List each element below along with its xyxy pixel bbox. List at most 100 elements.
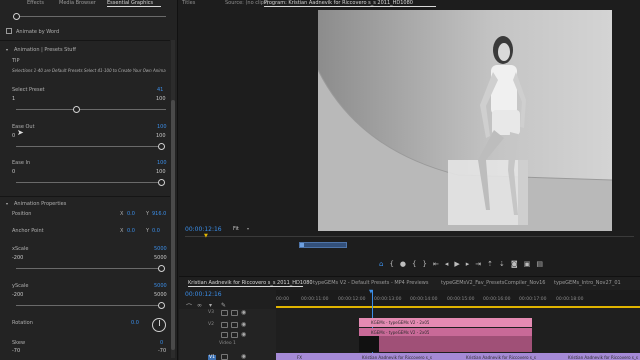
rotation-dial[interactable] — [152, 318, 166, 332]
timeline-timecode[interactable]: 00:00:12:16 — [185, 291, 222, 298]
skew-max: -70 — [158, 348, 167, 354]
tab-effects[interactable]: Effects — [27, 0, 44, 7]
clip-v2-body[interactable] — [359, 336, 532, 352]
tab-titles[interactable]: Titles — [182, 0, 195, 6]
select-preset-slider-track[interactable] — [16, 109, 166, 110]
add-marker-icon[interactable]: ▾ — [209, 302, 212, 309]
in-point-marker[interactable] — [300, 243, 304, 247]
video-image — [318, 10, 612, 231]
ease-in-slider-track[interactable] — [16, 182, 164, 183]
position-y-label: Y — [146, 211, 150, 217]
work-area-bar[interactable] — [276, 306, 640, 308]
track-sync-icon[interactable] — [231, 310, 238, 316]
add-marker-icon[interactable]: ⌂ — [379, 260, 383, 272]
tab-source[interactable]: Source: (no clips) — [225, 0, 268, 6]
playhead-marker-icon[interactable]: ▼ — [204, 233, 208, 239]
track-sync-icon[interactable] — [231, 332, 238, 338]
track-sync-icon[interactable] — [231, 322, 238, 328]
settings-wrench-icon[interactable]: ✎ — [221, 302, 226, 309]
go-to-out-icon[interactable]: } — [423, 260, 427, 272]
xscale-slider-track[interactable] — [16, 268, 164, 269]
ease-in-value: 100 — [156, 169, 166, 175]
skew-min: -70 — [12, 348, 21, 354]
step-back-icon[interactable]: ⇤ — [433, 260, 439, 272]
skew-value[interactable]: 0 — [160, 340, 163, 346]
clip-v2[interactable]: KGEMs - typeGEMs V2 - 2x05 — [359, 328, 532, 336]
track-lock-icon[interactable] — [221, 310, 228, 316]
select-preset-min: 1 — [12, 96, 16, 102]
scrollbar-thumb[interactable] — [171, 100, 175, 350]
track-name-v1[interactable]: V1 — [208, 355, 216, 360]
clip-label: KGEMs - typeGEMs V2 - 2x05 — [371, 330, 430, 335]
eye-icon[interactable]: ◉ — [241, 331, 246, 338]
sequence-tab-3[interactable]: typeGEMsV2_Fav_PresetsCompiler_Nov16 — [441, 280, 546, 286]
frame-back-icon[interactable]: ◂ — [445, 260, 449, 272]
panel-scrollbar[interactable] — [171, 40, 175, 358]
fit-dropdown[interactable]: Fit — [233, 226, 239, 232]
mark-in-icon[interactable]: { — [389, 260, 393, 272]
tab-media-browser[interactable]: Media Browser — [59, 0, 96, 7]
xscale-min: -200 — [12, 255, 24, 261]
select-preset-label: Select Preset — [12, 87, 45, 93]
ease-out-min: 0 — [12, 133, 16, 139]
work-area-bar[interactable] — [299, 242, 347, 248]
top-slider-track[interactable] — [16, 16, 166, 17]
clip-label: KGEMs - typeGEMs V2 - 2x05 — [371, 320, 430, 325]
play-icon[interactable]: ▶ — [454, 260, 459, 272]
tick-label: 00:00:11:00 — [301, 297, 329, 302]
playhead-marker-icon[interactable]: ▼ — [369, 289, 373, 295]
chevron-down-icon[interactable]: ▾ — [247, 226, 249, 231]
ease-in-label: Ease In — [12, 160, 31, 166]
ease-in-max[interactable]: 100 — [157, 160, 167, 166]
linked-selection-icon[interactable]: ∞ — [197, 302, 202, 309]
clip-v3[interactable]: KGEMs - typeGEMs V2 - 2x05 — [359, 318, 532, 327]
monitor-ruler[interactable] — [185, 236, 634, 237]
ease-out-slider-knob[interactable] — [158, 143, 165, 150]
timeline-panel: Kristian Aadnevik for Riccovero s_s 2011… — [179, 276, 640, 360]
ease-in-slider-knob[interactable] — [158, 179, 165, 186]
top-slider-knob[interactable] — [13, 13, 20, 20]
eye-icon[interactable]: ◉ — [241, 321, 246, 328]
select-preset-max[interactable]: 41 — [157, 87, 163, 93]
anchor-x-label: X — [120, 228, 124, 234]
position-y-value[interactable]: 916.0 — [152, 211, 166, 217]
yscale-value[interactable]: 5000 — [154, 283, 167, 289]
ease-out-max[interactable]: 100 — [157, 124, 167, 130]
export-frame-icon[interactable]: ◙ — [511, 260, 518, 272]
mark-out-icon[interactable]: ● — [400, 260, 406, 272]
xscale-value[interactable]: 5000 — [154, 246, 167, 252]
track-lock-icon[interactable] — [221, 354, 228, 360]
lift-icon[interactable]: ⇡ — [487, 260, 493, 272]
track-lock-icon[interactable] — [221, 332, 228, 338]
yscale-slider-track[interactable] — [16, 305, 164, 306]
go-to-in-icon[interactable]: { — [412, 260, 416, 272]
tick-label: 00:00:18:00 — [556, 297, 584, 302]
collapse-chevron-icon[interactable]: ▾ — [6, 201, 8, 206]
skew-label: Skew — [12, 340, 26, 346]
sequence-tab-4[interactable]: typeGEMs_Intro_Nov27_01 — [554, 280, 621, 286]
step-forward-icon[interactable]: ⇥ — [475, 260, 481, 272]
video-frame — [318, 10, 612, 231]
xscale-slider-knob[interactable] — [158, 265, 165, 272]
ease-out-slider-track[interactable] — [16, 146, 164, 147]
rotation-value[interactable]: 0.0 — [131, 320, 139, 326]
select-preset-slider-knob[interactable] — [73, 106, 80, 113]
position-x-value[interactable]: 0.0 — [127, 211, 135, 217]
tick-label: 00:00:12:00 — [338, 297, 366, 302]
settings-icon[interactable]: ▤ — [536, 260, 543, 272]
collapse-chevron-icon[interactable]: ▾ — [6, 47, 8, 52]
track-lock-icon[interactable] — [221, 322, 228, 328]
anchor-y-value[interactable]: 0.0 — [152, 228, 160, 234]
program-timecode[interactable]: 00:00:12:16 — [185, 226, 222, 233]
eye-icon[interactable]: ◉ — [241, 309, 246, 316]
compare-view-icon[interactable]: ▣ — [524, 260, 531, 272]
clip-v1-track[interactable]: FX Kristian Aadnevik for Riccovero s_s 2… — [276, 353, 640, 360]
anchor-x-value[interactable]: 0.0 — [127, 228, 135, 234]
sequence-tab-2[interactable]: typeGEMs V2 - Default Presets - MP4 Prev… — [313, 280, 429, 286]
ease-in-min: 0 — [12, 169, 16, 175]
extract-icon[interactable]: ⇣ — [499, 260, 505, 272]
yscale-slider-knob[interactable] — [158, 302, 165, 309]
frame-forward-icon[interactable]: ▸ — [466, 260, 470, 272]
animate-by-word-checkbox[interactable] — [6, 28, 12, 34]
eye-icon[interactable]: ◉ — [241, 353, 246, 360]
